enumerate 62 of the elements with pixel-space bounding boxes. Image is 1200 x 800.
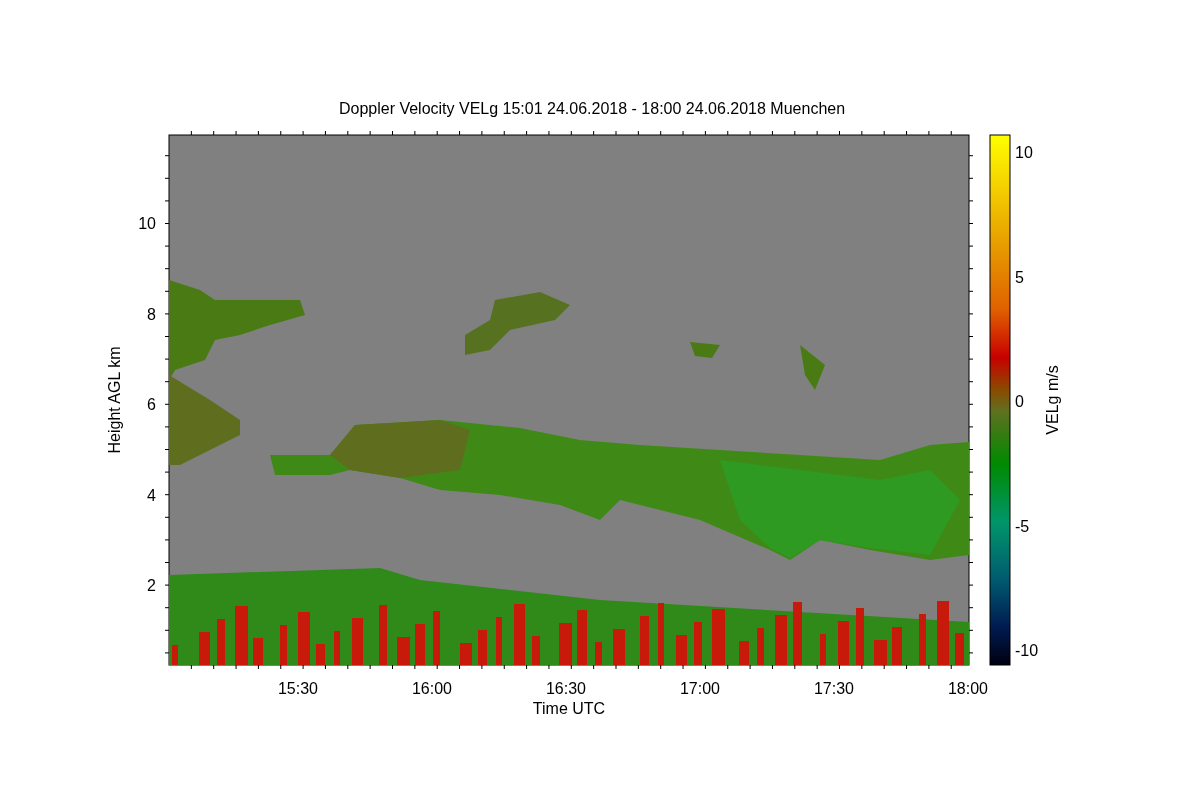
echo-streak [280,625,287,665]
echo-streak [352,618,363,665]
echo-region [690,342,720,358]
chart-title: Doppler Velocity VELg 15:01 24.06.2018 - 18:00 24.06.2018 Muenchen [338,100,846,117]
echo-streak [775,615,787,665]
x-tick-label: 18:00 [948,680,988,697]
echo-streak [433,611,440,665]
y-axis-label: Height AGL km [106,346,123,454]
echo-streak [298,612,310,665]
echo-streak [316,644,325,665]
echo-streak [613,629,625,665]
x-axis-label: Time UTC [532,700,606,717]
y-tick-label: 6 [147,396,156,413]
x-tick-label: 16:00 [412,680,452,697]
echo-streak [532,636,540,665]
echo-streak [919,614,926,665]
echo-streak [595,642,602,665]
echo-streak [838,621,849,665]
echo-streak [856,608,864,665]
colorbar-tick-label: 5 [1015,268,1024,286]
echo-streak [199,632,210,665]
colorbar-tick-label: -5 [1015,517,1030,535]
x-tick-label: 15:30 [278,680,318,697]
colorbar-tick-label: 10 [1015,144,1033,161]
echo-streak [172,645,178,665]
echo-streak [235,606,248,665]
y-tick-label: 2 [147,577,156,594]
echo-streak [334,631,340,665]
echo-streak [676,635,687,665]
echo-streak [694,622,702,665]
colorbar-tick-label: -10 [1015,642,1039,659]
y-tick-label: 10 [138,215,156,232]
echo-streak [658,603,664,665]
echo-region [800,345,825,390]
echo-streak [892,627,902,665]
y-tick-label: 4 [147,486,156,504]
echo-streak [460,643,472,665]
echo-streak [937,601,949,665]
echo-streak [640,616,649,665]
x-tick-label: 17:00 [680,680,720,697]
echo-streak [217,619,225,665]
echo-streak [478,630,487,665]
echo-streak [874,640,887,665]
echo-streak [514,604,525,665]
echo-streak [712,609,725,665]
echo-streak [757,628,764,665]
echo-streak [496,617,502,665]
echo-streak [955,633,964,665]
echo-streak [577,610,587,665]
echo-streak [820,634,826,665]
echo-streak [739,641,749,665]
colorbar-tick-label: 0 [1015,393,1024,410]
echo-streak [379,605,387,665]
echo-streak [397,637,410,665]
echo-streak [793,602,802,665]
echo-streak [559,623,572,665]
x-tick-label: 16:30 [546,680,586,697]
y-tick-label: 8 [147,305,156,323]
echo-streak [415,624,425,665]
x-tick-label: 17:30 [814,680,854,697]
colorbar-label: VELg m/s [1044,365,1061,435]
echo-streak [253,638,263,665]
